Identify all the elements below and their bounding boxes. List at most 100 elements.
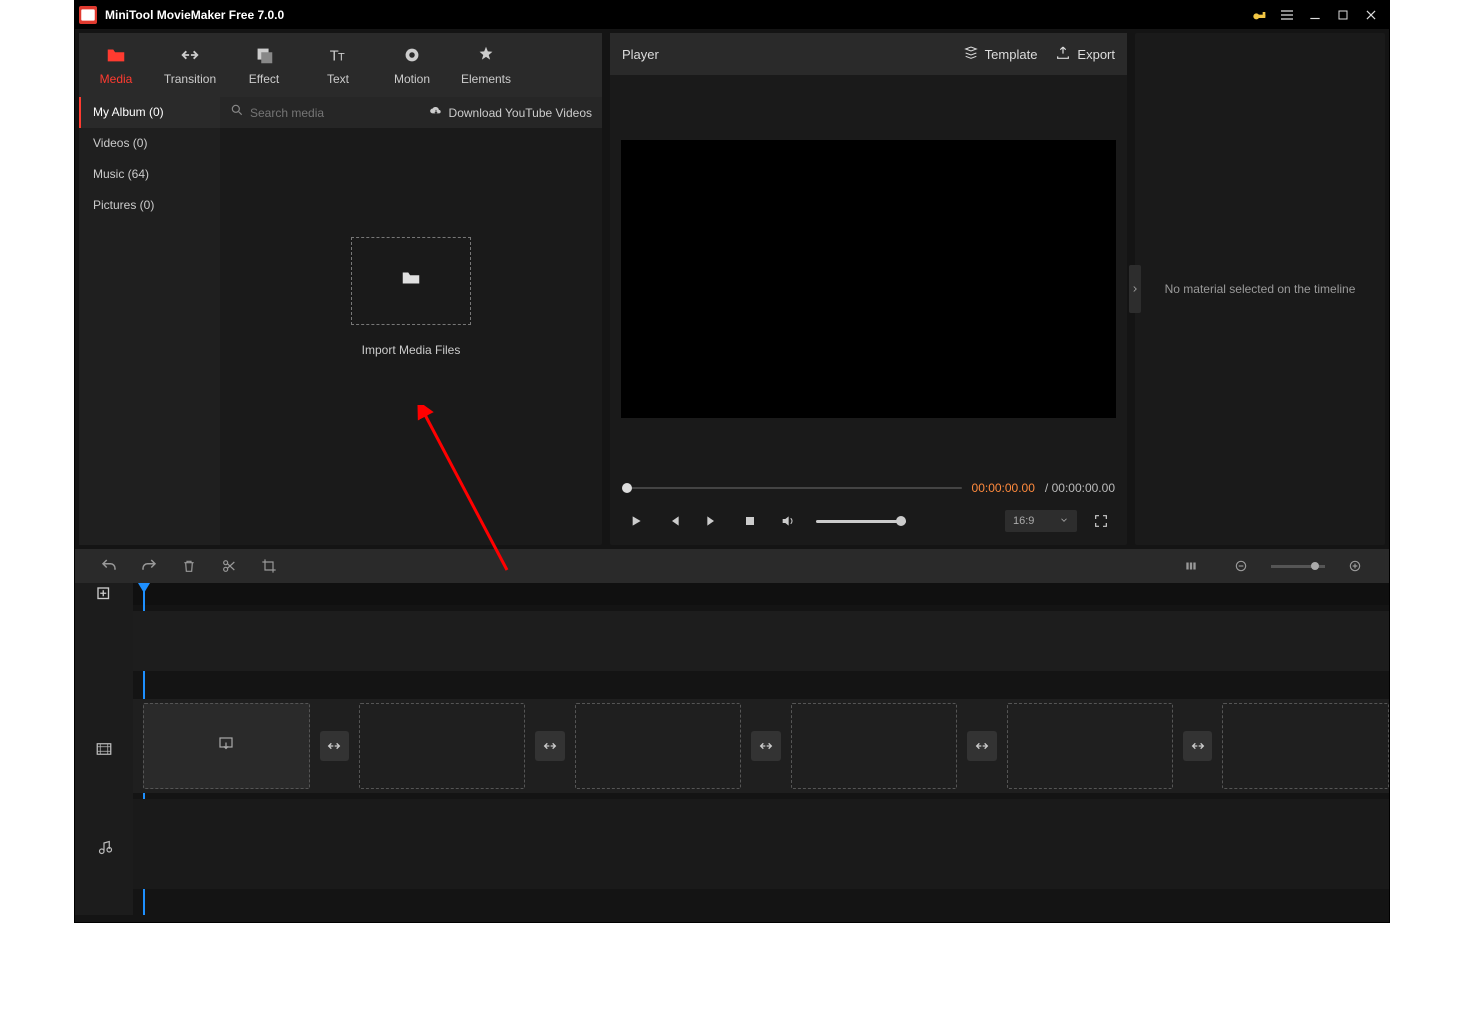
search-input[interactable] [250, 106, 421, 120]
sidebar-item-my-album[interactable]: My Album (0) [79, 97, 220, 128]
tab-transition-label: Transition [164, 72, 216, 86]
template-icon [963, 45, 979, 64]
zoom-in-button[interactable] [1335, 549, 1375, 583]
properties-panel: No material selected on the timeline [1135, 33, 1385, 545]
zoom-thumb[interactable] [1311, 562, 1319, 570]
sidebar-item-music[interactable]: Music (64) [79, 159, 220, 190]
video-preview[interactable] [621, 140, 1116, 418]
split-button[interactable] [209, 549, 249, 583]
sidebar-item-label: Music (64) [93, 167, 149, 181]
player-title: Player [622, 47, 659, 62]
timeline-ruler[interactable] [133, 583, 1389, 605]
crop-button[interactable] [249, 549, 289, 583]
clip-slot[interactable] [575, 703, 742, 789]
video-track[interactable] [133, 699, 1389, 793]
player-panel: Player Template Export [610, 33, 1127, 545]
tab-effect-label: Effect [249, 72, 279, 86]
volume-slider[interactable] [816, 520, 906, 523]
app-title: MiniTool MovieMaker Free 7.0.0 [105, 8, 284, 22]
upgrade-key-icon[interactable] [1245, 1, 1273, 29]
minimize-button[interactable] [1301, 1, 1329, 29]
edit-toolbar [75, 549, 1389, 583]
play-button[interactable] [622, 507, 650, 535]
media-toolbar: Download YouTube Videos [220, 97, 602, 128]
zoom-slider[interactable] [1271, 565, 1325, 568]
chevron-down-icon [1059, 515, 1069, 528]
menu-button[interactable] [1273, 1, 1301, 29]
effects-track[interactable] [133, 611, 1389, 671]
player-header: Player Template Export [610, 33, 1127, 75]
template-button[interactable]: Template [963, 45, 1038, 64]
tab-transition[interactable]: Transition [153, 33, 227, 97]
next-frame-button[interactable] [698, 507, 726, 535]
sidebar-item-pictures[interactable]: Pictures (0) [79, 190, 220, 221]
search-icon [230, 103, 244, 122]
clip-slot[interactable] [359, 703, 526, 789]
add-media-icon [217, 735, 235, 758]
svg-text:T: T [338, 52, 345, 64]
close-button[interactable] [1357, 1, 1385, 29]
tab-text-label: Text [327, 72, 349, 86]
maximize-button[interactable] [1329, 1, 1357, 29]
properties-empty-message: No material selected on the timeline [1165, 282, 1356, 296]
export-label: Export [1077, 47, 1115, 62]
export-icon [1055, 45, 1071, 64]
template-label: Template [985, 47, 1038, 62]
import-media-label: Import Media Files [362, 343, 461, 357]
media-panel: Media Transition Effect TT Text Motion [79, 33, 602, 545]
tab-text[interactable]: TT Text [301, 33, 375, 97]
sidebar-item-videos[interactable]: Videos (0) [79, 128, 220, 159]
scrub-thumb[interactable] [622, 483, 632, 493]
delete-button[interactable] [169, 549, 209, 583]
tab-motion-label: Motion [394, 72, 430, 86]
sidebar-item-label: My Album (0) [93, 105, 164, 119]
import-media-dropzone[interactable] [351, 237, 471, 325]
aspect-ratio-value: 16:9 [1013, 515, 1034, 527]
add-track-button[interactable] [75, 583, 133, 605]
transition-slot[interactable] [1183, 731, 1212, 761]
app-logo-icon [79, 6, 97, 24]
collapse-handle[interactable] [1129, 265, 1141, 313]
timeline-gutter [75, 583, 133, 915]
time-total: / 00:00:00.00 [1045, 481, 1115, 495]
tab-motion[interactable]: Motion [375, 33, 449, 97]
transition-slot[interactable] [320, 731, 349, 761]
undo-button[interactable] [89, 549, 129, 583]
asset-tab-bar: Media Transition Effect TT Text Motion [79, 33, 602, 97]
prev-frame-button[interactable] [660, 507, 688, 535]
scrub-slider[interactable] [622, 487, 962, 489]
clip-slot[interactable] [143, 703, 310, 789]
tab-effect[interactable]: Effect [227, 33, 301, 97]
volume-button[interactable] [774, 507, 802, 535]
sidebar-item-label: Videos (0) [93, 136, 147, 150]
timeline-body[interactable] [133, 583, 1389, 915]
tab-media-label: Media [100, 72, 133, 86]
tab-media[interactable]: Media [79, 33, 153, 97]
tab-elements[interactable]: Elements [449, 33, 523, 97]
volume-thumb[interactable] [896, 516, 906, 526]
zoom-out-button[interactable] [1221, 549, 1261, 583]
tab-elements-label: Elements [461, 72, 511, 86]
transition-slot[interactable] [967, 731, 996, 761]
audio-track-icon [75, 799, 133, 899]
clip-slot[interactable] [1007, 703, 1174, 789]
clip-slot[interactable] [791, 703, 958, 789]
transition-slot[interactable] [535, 731, 564, 761]
stop-button[interactable] [736, 507, 764, 535]
video-track-icon [75, 699, 133, 799]
transition-slot[interactable] [751, 731, 780, 761]
sidebar-item-label: Pictures (0) [93, 198, 154, 212]
media-sidebar: My Album (0) Videos (0) Music (64) Pictu… [79, 97, 220, 545]
clip-slot[interactable] [1222, 703, 1389, 789]
time-current: 00:00:00.00 [972, 481, 1035, 495]
fullscreen-button[interactable] [1087, 507, 1115, 535]
redo-button[interactable] [129, 549, 169, 583]
fit-zoom-button[interactable] [1171, 549, 1211, 583]
folder-icon [397, 267, 425, 294]
export-button[interactable]: Export [1055, 45, 1115, 64]
aspect-ratio-select[interactable]: 16:9 [1005, 510, 1077, 532]
download-youtube-link[interactable]: Download YouTube Videos [429, 104, 592, 121]
audio-track[interactable] [133, 799, 1389, 889]
download-youtube-label: Download YouTube Videos [449, 106, 592, 120]
cloud-download-icon [429, 104, 443, 121]
